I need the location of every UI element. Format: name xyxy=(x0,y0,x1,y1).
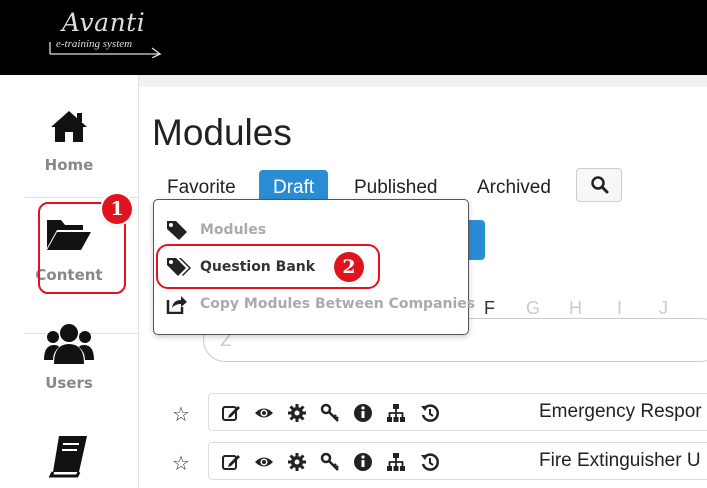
row-actions xyxy=(221,452,448,472)
callout-badge-1: 1 xyxy=(102,194,132,224)
home-icon xyxy=(51,111,87,142)
sidebar-divider xyxy=(138,75,139,488)
table-row: Fire Extinguisher U xyxy=(208,442,707,480)
menu-item-modules[interactable]: Modules xyxy=(166,217,446,243)
module-title[interactable]: Fire Extinguisher U xyxy=(539,450,701,472)
book-icon xyxy=(49,436,87,478)
favorite-star-icon[interactable]: ☆ xyxy=(172,402,190,426)
menu-item-label: Modules xyxy=(200,222,267,238)
table-row: Emergency Respor xyxy=(208,393,707,431)
settings-gear-icon[interactable] xyxy=(287,452,307,472)
letter-filter-h[interactable]: H xyxy=(569,298,582,319)
top-bar: Avanti e-training system xyxy=(0,0,707,75)
favorite-star-icon[interactable]: ☆ xyxy=(172,451,190,475)
letter-filter-f[interactable]: F xyxy=(484,298,495,319)
view-eye-icon[interactable] xyxy=(254,403,274,423)
avanti-logo[interactable]: Avanti e-training system xyxy=(48,6,172,58)
letter-filter-i[interactable]: I xyxy=(617,298,622,319)
letter-filter-g[interactable]: G xyxy=(526,298,540,319)
sidebar-item-library[interactable] xyxy=(0,434,138,478)
tab-archived[interactable]: Archived xyxy=(477,170,551,206)
users-icon xyxy=(44,324,94,364)
search-icon xyxy=(591,176,609,194)
sidebar-item-label: Users xyxy=(45,374,93,392)
module-title[interactable]: Emergency Respor xyxy=(539,401,702,423)
history-icon[interactable] xyxy=(420,452,440,472)
share-square-icon xyxy=(166,296,187,314)
sidebar-item-home[interactable]: Home xyxy=(0,108,138,174)
info-icon[interactable] xyxy=(353,452,373,472)
letter-filter-j[interactable]: J xyxy=(659,298,668,319)
tag-icon xyxy=(167,221,187,240)
callout-badge-2: 2 xyxy=(334,252,364,282)
menu-item-copy-modules[interactable]: Copy Modules Between Companies xyxy=(166,291,475,317)
info-icon[interactable] xyxy=(353,403,373,423)
view-eye-icon[interactable] xyxy=(254,452,274,472)
settings-gear-icon[interactable] xyxy=(287,403,307,423)
key-icon[interactable] xyxy=(320,403,340,423)
content-top-gap xyxy=(139,75,707,87)
logo-tagline: e-training system xyxy=(56,38,133,50)
menu-item-label: Copy Modules Between Companies xyxy=(200,296,476,312)
edit-icon[interactable] xyxy=(221,452,241,472)
search-button[interactable] xyxy=(576,168,622,202)
row-actions xyxy=(221,403,448,423)
page-title: Modules xyxy=(152,112,292,153)
sidebar-item-users[interactable]: Users xyxy=(0,322,138,392)
history-icon[interactable] xyxy=(420,403,440,423)
sitemap-icon[interactable] xyxy=(386,452,406,472)
edit-icon[interactable] xyxy=(221,403,241,423)
key-icon[interactable] xyxy=(320,452,340,472)
sitemap-icon[interactable] xyxy=(386,403,406,423)
sidebar-item-label: Home xyxy=(44,156,94,174)
